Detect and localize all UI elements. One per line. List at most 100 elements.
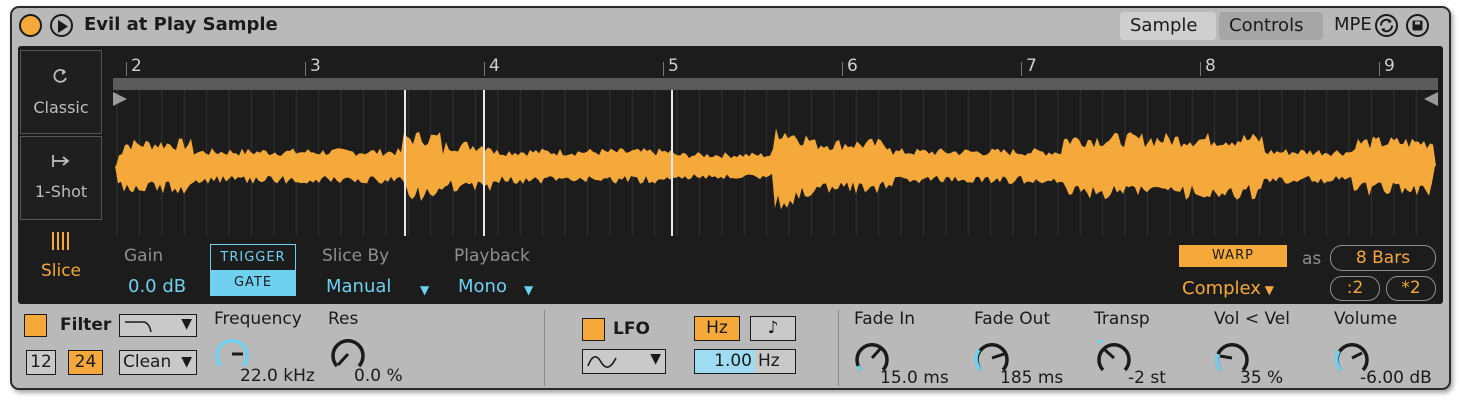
filter-label: Filter (60, 315, 112, 335)
warp-length-field[interactable]: 8 Bars (1330, 245, 1436, 271)
loop-icon (21, 67, 101, 90)
ruler-bar-number: 4 (489, 56, 500, 76)
waveform-display[interactable] (113, 90, 1438, 236)
filter-toggle[interactable] (24, 314, 47, 337)
chevron-down-icon: ▼ (524, 283, 534, 297)
slice-bars-icon (20, 231, 102, 255)
double-length-button[interactable]: *2 (1386, 276, 1436, 301)
ruler-bar-number: 3 (310, 56, 321, 76)
vol-vel-label: Vol < Vel (1214, 309, 1290, 329)
ruler-tick (305, 62, 306, 76)
ruler-tick (1021, 62, 1022, 76)
ruler-bar-number: 6 (847, 56, 858, 76)
tab-sample[interactable]: Sample (1120, 12, 1216, 40)
trigger-option[interactable]: TRIGGER (211, 245, 295, 270)
mode-oneshot-button[interactable]: 1-Shot (20, 136, 102, 220)
device-power-button[interactable] (19, 14, 42, 37)
divider (838, 310, 839, 386)
slope-12-button[interactable]: 12 (26, 350, 56, 375)
warp-as-label: as (1302, 249, 1322, 269)
lowpass-curve-icon (125, 321, 152, 333)
warp-mode-dropdown[interactable]: Complex ▼ (1182, 278, 1274, 299)
fade-out-value: 185 ms (1000, 368, 1064, 388)
filter-circuit-value: Clean (123, 352, 172, 372)
ruler-tick (126, 62, 127, 76)
half-length-button[interactable]: :2 (1330, 276, 1380, 301)
chevron-down-icon: ▼ (650, 351, 661, 367)
transp-value: -2 st (1128, 368, 1166, 388)
fade-in-value: 15.0 ms (880, 368, 949, 388)
res-value: 0.0 % (354, 366, 403, 386)
mode-classic-button[interactable]: Classic (20, 50, 102, 134)
bar-ruler[interactable]: 2 3 4 5 6 7 8 9 (118, 50, 1440, 76)
mode-oneshot-label: 1-Shot (34, 182, 88, 201)
divider (544, 310, 545, 386)
lfo-hz-mode-button[interactable]: Hz (694, 316, 740, 341)
filter-type-dropdown[interactable]: ▼ (119, 314, 197, 337)
one-shot-arrow-icon (21, 153, 101, 174)
lfo-rate-field[interactable]: 1.00 Hz (694, 349, 796, 374)
save-preset-icon[interactable] (1406, 14, 1429, 37)
ruler-tick (1379, 62, 1380, 76)
device-title: Evil at Play Sample (84, 14, 278, 35)
frequency-label: Frequency (214, 309, 302, 329)
chevron-down-icon: ▼ (181, 316, 192, 332)
chevron-down-icon: ▼ (420, 283, 430, 297)
gate-option[interactable]: GATE (211, 270, 295, 295)
mpe-toggle[interactable]: MPE (1334, 14, 1372, 35)
ruler-bar-number: 7 (1026, 56, 1037, 76)
gain-value[interactable]: 0.0 dB (128, 276, 186, 297)
trigger-gate-switch[interactable]: TRIGGER GATE (210, 244, 296, 296)
lfo-toggle[interactable] (582, 318, 605, 341)
chevron-down-icon: ▼ (181, 354, 192, 370)
lfo-rate-unit: Hz (758, 351, 780, 371)
sine-wave-icon (587, 356, 617, 368)
warp-mode-value: Complex (1182, 278, 1261, 299)
ruler-bar-number: 5 (668, 56, 679, 76)
sample-display-panel: Classic 1-Shot Slice 2 3 4 5 6 7 8 9 Gai… (18, 46, 1443, 304)
mode-classic-label: Classic (33, 98, 89, 117)
ruler-bar-number: 8 (1205, 56, 1216, 76)
chevron-down-icon: ▼ (1260, 283, 1274, 297)
lfo-label: LFO (613, 319, 650, 339)
fade-out-label: Fade Out (974, 309, 1051, 329)
playback-dropdown[interactable]: Mono (458, 276, 507, 297)
frequency-value: 22.0 kHz (240, 366, 315, 386)
sample-start-marker[interactable] (113, 92, 127, 106)
play-icon (58, 20, 68, 33)
transp-knob[interactable] (1096, 340, 1132, 376)
volume-label: Volume (1334, 309, 1398, 329)
ruler-bar-number: 2 (131, 56, 142, 76)
transp-label: Transp (1094, 309, 1150, 329)
sample-end-marker[interactable] (1424, 92, 1438, 106)
slice-by-dropdown[interactable]: Manual (326, 276, 391, 297)
volume-value: -6.00 dB (1360, 368, 1432, 388)
hot-swap-icon[interactable] (1375, 14, 1398, 37)
mode-slice-button[interactable]: Slice (20, 231, 102, 281)
ruler-tick (842, 62, 843, 76)
playback-label: Playback (454, 246, 530, 266)
lfo-sync-mode-button[interactable]: ♪ (750, 316, 796, 341)
parameters-section: Filter ▼ 12 24 Clean ▼ Frequency 22.0 kH… (12, 306, 1449, 388)
ruler-bar-number: 9 (1384, 56, 1395, 76)
eighth-note-icon: ♪ (767, 318, 779, 338)
preview-play-button[interactable] (50, 14, 73, 37)
vol-vel-value: 35 % (1240, 368, 1284, 388)
slope-24-button[interactable]: 24 (68, 350, 103, 375)
warp-button[interactable]: WARP (1179, 245, 1287, 267)
res-label: Res (328, 309, 359, 329)
lfo-rate-value: 1.00 (695, 350, 755, 373)
gain-label: Gain (124, 246, 164, 266)
tab-controls[interactable]: Controls (1219, 12, 1323, 40)
fade-in-label: Fade In (854, 309, 916, 329)
title-bar: Evil at Play Sample Sample Controls MPE (12, 8, 1449, 44)
lfo-waveform-dropdown[interactable]: ▼ (582, 349, 666, 374)
loop-region-strip[interactable] (113, 78, 1438, 90)
ruler-tick (1200, 62, 1201, 76)
filter-circuit-dropdown[interactable]: Clean ▼ (119, 350, 197, 375)
slice-by-label: Slice By (322, 246, 390, 266)
ruler-tick (484, 62, 485, 76)
simpler-device: Evil at Play Sample Sample Controls MPE (10, 6, 1451, 390)
mode-slice-label: Slice (40, 261, 82, 281)
ruler-tick (663, 62, 664, 76)
